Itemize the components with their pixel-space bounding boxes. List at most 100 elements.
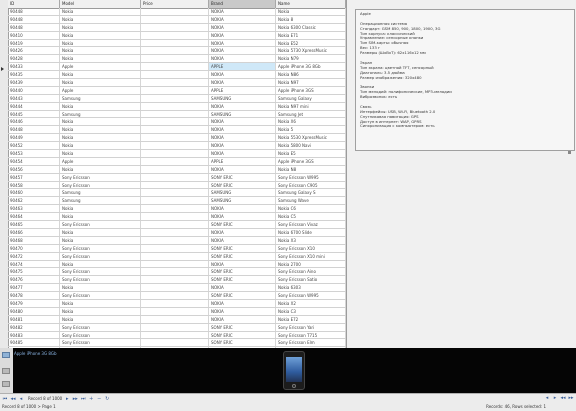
cell-id[interactable]: 90462 [8, 197, 60, 205]
cell-model[interactable]: Nokia [60, 236, 141, 244]
cell-brand[interactable]: NOKIA [209, 260, 276, 268]
table-row[interactable]: 90463 Nokia NOKIA Nokia C6 [8, 205, 346, 214]
cell-model[interactable]: Samsung [60, 197, 141, 205]
cell-name[interactable]: Apple iPhone 3GS [276, 86, 346, 94]
table-row[interactable]: 90485 Sony Ericsson SONY ERIC Sony Ericsson… [8, 339, 346, 348]
cell-name[interactable]: Nokia 5530 XpressMusic [276, 134, 346, 142]
cell-id[interactable]: 90485 [8, 339, 60, 347]
first-record-icon[interactable]: ⏮ [2, 396, 8, 402]
cell-brand[interactable]: SONY ERIC [209, 173, 276, 181]
cell-name[interactable]: Nokia N79 [276, 55, 346, 63]
table-row[interactable]: 90476 Sony Ericsson SONY ERIC Sony Ericsson… [8, 276, 346, 285]
cell-brand[interactable]: SAMSUNG [209, 189, 276, 197]
cell-id[interactable]: 90460 [8, 189, 60, 197]
cell-brand[interactable]: NOKIA [209, 165, 276, 173]
cell-id[interactable]: 90433 [8, 63, 60, 71]
last-image-icon[interactable]: ▸▸ [568, 395, 574, 401]
table-row[interactable]: 90480 Nokia NOKIA Nokia C3 [8, 307, 346, 316]
cell-name[interactable]: Sony Ericsson Yari [276, 323, 346, 331]
cell-name[interactable]: Sony Ericsson W995 [276, 292, 346, 299]
cell-price[interactable] [141, 221, 209, 228]
cell-name[interactable]: Samsung Jet [276, 110, 346, 118]
column-header-model[interactable]: Model [60, 0, 141, 8]
cell-brand[interactable]: NOKIA [209, 150, 276, 157]
cell-name[interactable]: Nokia 8 [276, 15, 346, 23]
cell-model[interactable]: Nokia [60, 39, 141, 47]
cell-model[interactable]: Nokia [60, 55, 141, 63]
cell-id[interactable]: 90445 [8, 110, 60, 118]
add-record-icon[interactable]: + [88, 396, 94, 402]
cell-brand[interactable]: APPLE [209, 63, 276, 71]
table-row[interactable]: 90479 Nokia NOKIA Nokia X2 [8, 299, 346, 308]
cell-id[interactable]: 90456 [8, 165, 60, 173]
table-row[interactable]: 90456 Nokia NOKIA Nokia N8 [8, 165, 346, 174]
cell-name[interactable]: Sony Ericsson Elm [276, 339, 346, 347]
cell-name[interactable]: Sony Ericsson Vivaz [276, 221, 346, 228]
cell-id[interactable]: 90482 [8, 323, 60, 331]
cell-name[interactable]: Nokia X2 [276, 299, 346, 307]
table-row[interactable]: 90478 Sony Ericsson SONY ERIC Sony Ericsson… [8, 292, 346, 300]
cell-price[interactable] [141, 268, 209, 276]
cell-brand[interactable]: SONY ERIC [209, 221, 276, 228]
cell-brand[interactable]: SONY ERIC [209, 323, 276, 331]
cell-price[interactable] [141, 71, 209, 79]
cell-brand[interactable]: APPLE [209, 157, 276, 165]
cell-model[interactable]: Samsung [60, 189, 141, 197]
cell-price[interactable] [141, 94, 209, 102]
cell-price[interactable] [141, 315, 209, 323]
cell-id[interactable]: 90419 [8, 39, 60, 47]
prev-image-icon[interactable]: ◂ [544, 395, 550, 401]
cell-id[interactable]: 90440 [8, 86, 60, 94]
cell-name[interactable]: Nokia [276, 8, 346, 15]
cell-id[interactable]: 90439 [8, 79, 60, 86]
cell-model[interactable]: Sony Ericsson [60, 292, 141, 299]
cell-brand[interactable]: NOKIA [209, 55, 276, 63]
refresh-icon[interactable]: ↻ [104, 396, 110, 402]
cell-id[interactable]: 90478 [8, 292, 60, 299]
cell-name[interactable]: Nokia X3 [276, 236, 346, 244]
cell-model[interactable]: Nokia [60, 213, 141, 221]
last-record-icon[interactable]: ⏭ [80, 396, 86, 402]
zoom-icon[interactable] [2, 368, 10, 374]
cell-brand[interactable]: NOKIA [209, 134, 276, 142]
product-description-box[interactable]: Apple Операционная система Стандарт: GSM 8… [355, 9, 575, 151]
table-row[interactable]: 90460 Samsung SAMSUNG Samsung Galaxy S [8, 189, 346, 198]
detail-scrollbar[interactable] [355, 151, 575, 155]
cell-price[interactable] [141, 228, 209, 236]
scroll-thumb[interactable] [568, 151, 571, 154]
cell-id[interactable]: 90410 [8, 31, 60, 39]
cell-name[interactable]: Samsung Wave [276, 197, 346, 205]
cell-model[interactable]: Nokia [60, 205, 141, 213]
table-row[interactable]: 90454 Apple APPLE Apple iPhone 3GS [8, 157, 346, 166]
cell-brand[interactable]: NOKIA [209, 39, 276, 47]
table-row[interactable]: 90458 Sony Ericsson SONY ERIC Sony Ericsson… [8, 181, 346, 190]
cell-model[interactable]: Nokia [60, 79, 141, 86]
table-row[interactable]: 90474 Nokia NOKIA Nokia 2700 [8, 260, 346, 269]
cell-brand[interactable]: NOKIA [209, 126, 276, 134]
cell-model[interactable]: Nokia [60, 165, 141, 173]
cell-id[interactable]: 90428 [8, 55, 60, 63]
picture-icon[interactable] [2, 352, 10, 358]
table-row[interactable]: 90481 Nokia NOKIA Nokia E72 [8, 315, 346, 324]
cell-id[interactable]: 90475 [8, 268, 60, 276]
cell-name[interactable]: Nokia E52 [276, 39, 346, 47]
next-record-icon[interactable]: ▸ [64, 396, 70, 402]
cell-brand[interactable]: SONY ERIC [209, 244, 276, 252]
table-row[interactable]: 90428 Nokia NOKIA Nokia N79 [8, 55, 346, 64]
cell-brand[interactable]: NOKIA [209, 315, 276, 323]
cell-price[interactable] [141, 323, 209, 331]
cell-model[interactable]: Sony Ericsson [60, 339, 141, 347]
cell-model[interactable]: Nokia [60, 126, 141, 134]
cell-price[interactable] [141, 39, 209, 47]
cell-price[interactable] [141, 292, 209, 299]
cell-price[interactable] [141, 134, 209, 142]
cell-price[interactable] [141, 307, 209, 315]
cell-price[interactable] [141, 63, 209, 71]
cell-price[interactable] [141, 15, 209, 23]
cell-model[interactable]: Nokia [60, 102, 141, 110]
cell-brand[interactable]: SONY ERIC [209, 339, 276, 347]
cell-name[interactable]: Nokia X6 [276, 118, 346, 126]
cell-name[interactable]: Nokia C3 [276, 307, 346, 315]
column-header-price[interactable]: Price [141, 0, 209, 8]
cell-price[interactable] [141, 142, 209, 150]
